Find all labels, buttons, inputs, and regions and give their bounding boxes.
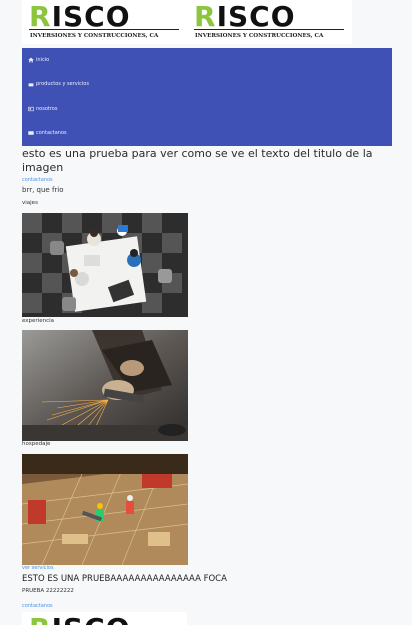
nav-item-label: contactanos	[36, 130, 67, 136]
section-heading: ESTO ES UNA PRUEBAAAAAAAAAAAAAAA FOCA	[22, 574, 227, 584]
section-label-viajes: viajes	[22, 200, 38, 206]
nav-item-productos[interactable]: productos y servicios	[28, 81, 89, 87]
logo-wordmark: RISCO	[29, 613, 131, 625]
logo-tagline: INVERSIONES Y CONSTRUCCIONES, CA	[30, 33, 159, 39]
contact-link-bottom[interactable]: contactanos	[22, 603, 53, 609]
nav-item-inicio[interactable]: inicio	[28, 57, 49, 63]
mail-icon	[28, 131, 34, 135]
nav-item-contactanos[interactable]: contactanos	[28, 130, 67, 136]
logo[interactable]: RISCO INVERSIONES Y CONSTRUCCIONES, CA	[22, 0, 187, 44]
page-title: esto es una prueba para ver como se ve e…	[22, 147, 373, 174]
meeting-photo	[22, 213, 188, 317]
contact-link[interactable]: contactanos	[22, 177, 53, 183]
logo-duplicate[interactable]: RISCO INVERSIONES Y CONSTRUCCIONES, CA	[187, 0, 352, 44]
main-nav: inicio productos y servicios nosotros co…	[22, 48, 392, 146]
footer-logo[interactable]: RISCO	[22, 612, 187, 625]
nav-item-label: nosotros	[36, 106, 58, 112]
calendar-icon	[28, 82, 34, 87]
nav-item-label: productos y servicios	[36, 81, 89, 87]
section-label-experiencia: experiencia	[22, 318, 54, 324]
subtitle: brr, que frio	[22, 186, 64, 194]
nav-item-label: inicio	[36, 57, 50, 63]
grinding-photo	[22, 330, 188, 441]
card-icon	[28, 106, 34, 112]
construction-photo	[22, 454, 188, 565]
logo-tagline: INVERSIONES Y CONSTRUCCIONES, CA	[195, 33, 324, 39]
home-icon	[28, 57, 34, 63]
nav-item-nosotros[interactable]: nosotros	[28, 106, 57, 112]
services-link[interactable]: ver servicios	[22, 565, 54, 571]
section-subheading: PRUEBA 22222222	[22, 588, 74, 594]
header-logos: RISCO INVERSIONES Y CONSTRUCCIONES, CA R…	[22, 0, 353, 44]
section-label-hospedaje: hospedaje	[22, 441, 51, 447]
